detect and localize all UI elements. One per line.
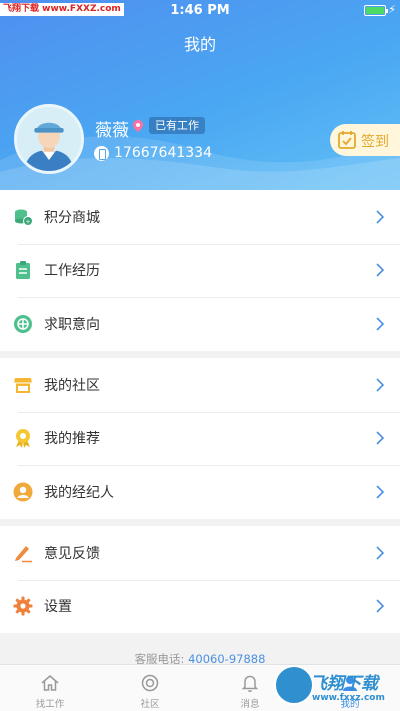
pen-icon bbox=[15, 545, 32, 562]
agent-icon bbox=[13, 482, 33, 502]
user-phone: 17667641334 bbox=[114, 145, 212, 161]
chevron-right-icon bbox=[376, 599, 384, 613]
menu-item-my-agent[interactable]: 我的经纪人 bbox=[0, 465, 400, 519]
menu-item-label: 意见反馈 bbox=[44, 545, 100, 562]
menu-item-label: 设置 bbox=[44, 599, 72, 616]
phone-icon bbox=[94, 146, 109, 161]
status-bar: 飞翔下载 www.FXXZ.com 1:46 PM ⚡ bbox=[0, 0, 400, 20]
watermark-badge: 飞翔下载 www.fxxz.com bbox=[270, 661, 400, 711]
tab-community[interactable]: 社区 bbox=[100, 665, 200, 711]
menu-group-social: 我的社区 我的推荐 我的经纪人 bbox=[0, 358, 400, 519]
menu-item-label: 积分商城 bbox=[44, 209, 100, 226]
svg-text:+: + bbox=[25, 218, 30, 225]
status-time: 1:46 PM bbox=[170, 3, 230, 18]
watermark-badge-url: www.fxxz.com bbox=[312, 693, 385, 703]
clipboard-icon bbox=[16, 261, 30, 280]
chevron-right-icon bbox=[376, 431, 384, 445]
menu-group-system: 意见反馈 设置 bbox=[0, 526, 400, 633]
page-title: 我的 bbox=[183, 35, 216, 54]
job-status-badge: 已有工作 bbox=[149, 117, 205, 134]
menu-item-label: 我的社区 bbox=[44, 377, 100, 394]
chevron-right-icon bbox=[376, 210, 384, 224]
menu-item-settings[interactable]: 设置 bbox=[0, 579, 400, 634]
menu-group-account: + 积分商城 工作经历 求职意向 bbox=[0, 190, 400, 351]
chevron-right-icon bbox=[376, 546, 384, 560]
chevron-right-icon bbox=[376, 263, 384, 277]
battery-icon bbox=[364, 5, 388, 16]
community-icon bbox=[141, 674, 159, 692]
avatar[interactable] bbox=[14, 104, 84, 174]
target-icon bbox=[14, 314, 32, 333]
medal-icon bbox=[16, 429, 30, 449]
menu-item-label: 我的推荐 bbox=[44, 431, 100, 448]
coins-icon: + bbox=[15, 209, 33, 226]
menu-item-job-intention[interactable]: 求职意向 bbox=[0, 297, 400, 351]
menu-item-label: 工作经历 bbox=[44, 263, 100, 280]
charging-icon: ⚡ bbox=[388, 3, 396, 16]
menu-item-label: 我的经纪人 bbox=[44, 484, 114, 501]
profile-header: 飞翔下载 www.FXXZ.com 1:46 PM ⚡ 我的 薇薇 已有工作 1… bbox=[0, 0, 400, 190]
shop-icon bbox=[14, 377, 32, 393]
calendar-check-icon bbox=[338, 131, 356, 149]
chevron-right-icon bbox=[376, 378, 384, 392]
menu-item-my-referrals[interactable]: 我的推荐 bbox=[0, 411, 400, 466]
sign-in-button[interactable]: 签到 bbox=[330, 124, 400, 156]
worker-avatar-icon bbox=[17, 107, 81, 171]
tab-label: 找工作 bbox=[35, 699, 65, 710]
menu-item-my-community[interactable]: 我的社区 bbox=[0, 358, 400, 412]
menu-item-points-mall[interactable]: + 积分商城 bbox=[0, 190, 400, 244]
menu-item-label: 求职意向 bbox=[44, 316, 100, 333]
tab-find-job[interactable]: 找工作 bbox=[0, 665, 100, 711]
tab-label: 社区 bbox=[140, 699, 160, 710]
bell-icon bbox=[241, 675, 259, 692]
menu-item-work-history[interactable]: 工作经历 bbox=[0, 243, 400, 298]
home-icon bbox=[41, 675, 59, 691]
location-pin-icon bbox=[133, 120, 143, 132]
sign-in-label: 签到 bbox=[361, 134, 389, 150]
watermark-logo-icon bbox=[274, 665, 314, 705]
chevron-right-icon bbox=[376, 317, 384, 331]
user-name: 薇薇 bbox=[95, 121, 129, 141]
watermark-badge-title: 飞翔下载 bbox=[310, 674, 378, 694]
chevron-right-icon bbox=[376, 485, 384, 499]
menu-item-feedback[interactable]: 意见反馈 bbox=[0, 526, 400, 580]
gear-icon bbox=[13, 596, 33, 616]
